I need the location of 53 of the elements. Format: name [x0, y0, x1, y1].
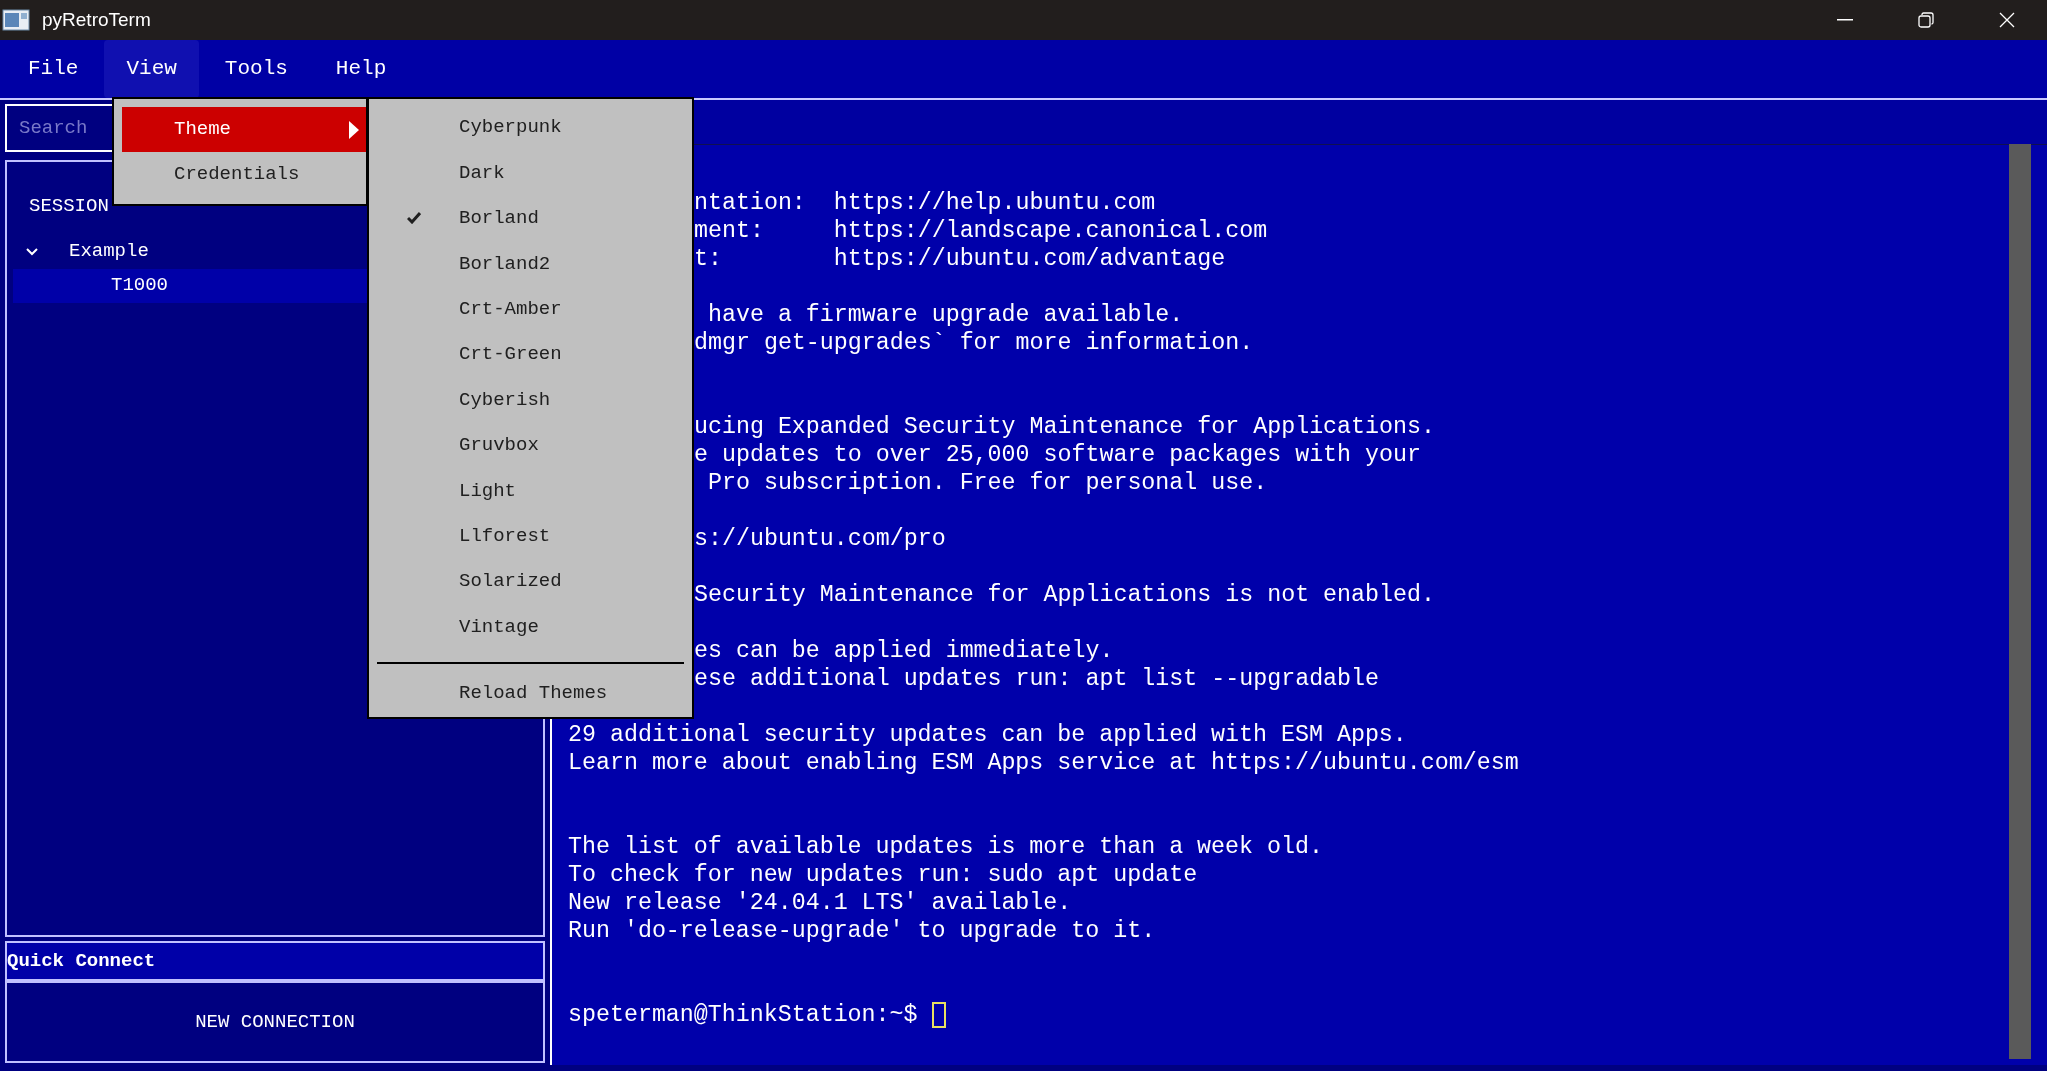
terminal-line: ese additional updates run: apt list --upgradable: [694, 665, 1380, 693]
menu-item[interactable]: Reload Themes: [369, 675, 692, 712]
close-icon: [1998, 12, 2015, 28]
terminal-line: Learn more about enabling ESM Apps service at https://ubuntu.com/esm: [568, 749, 1519, 777]
section-heading: SESSION: [29, 194, 109, 219]
shell-prompt: speterman@ThinkStation:~$: [568, 1001, 918, 1029]
chevron-down-icon[interactable]: [26, 247, 38, 256]
terminal-line: New release '24.04.1 LTS' available.: [568, 889, 1072, 917]
terminal-line: 29 additional security updates can be applied with ESM Apps.: [568, 721, 1407, 749]
tree-item[interactable]: T1000: [51, 271, 168, 300]
new-connection-button[interactable]: NEW CONNECTION: [5, 981, 545, 1063]
terminal-line: es can be applied immediately.: [694, 637, 1114, 665]
menu-item[interactable]: Solarized: [369, 558, 692, 605]
menu-item[interactable]: File: [6, 40, 101, 98]
scrollbar-thumb[interactable]: [2009, 144, 2031, 1059]
menu-item[interactable]: Dark: [369, 150, 692, 196]
menu-item[interactable]: Borland2: [369, 241, 692, 287]
terminal-line: Run 'do-release-upgrade' to upgrade to it.: [568, 917, 1156, 945]
window-title: pyRetroTerm: [42, 7, 151, 32]
terminal-line: dmgr get-upgrades` for more information.: [694, 329, 1254, 357]
menu-item[interactable]: Borland: [369, 195, 692, 242]
terminal-line: ntation: https://help.ubuntu.com: [694, 189, 1156, 217]
menu-item[interactable]: Crt-Green: [369, 331, 692, 378]
menu-item[interactable]: Tools: [202, 40, 310, 98]
menu-item[interactable]: Vintage: [369, 604, 692, 650]
menu-item[interactable]: Help: [313, 40, 409, 98]
terminal-line: t: https://ubuntu.com/advantage: [694, 245, 1226, 273]
menu-item[interactable]: View: [104, 40, 199, 98]
panel-header: Quick Connect: [5, 941, 545, 981]
menu-item[interactable]: Credentials: [122, 152, 366, 197]
terminal-line: e updates to over 25,000 software packages with your: [694, 441, 1421, 469]
menu-item[interactable]: Gruvbox: [369, 422, 692, 469]
menu-item[interactable]: Crt-Amber: [369, 286, 692, 332]
menu-item[interactable]: Cyberish: [369, 377, 692, 423]
minimize-icon: [1836, 19, 1853, 21]
restore-icon: [1917, 12, 1934, 28]
terminal-line: ment: https://landscape.canonical.com: [694, 217, 1268, 245]
menu-item[interactable]: Cyberpunk: [369, 105, 692, 151]
terminal-line: The list of available updates is more than a week old.: [568, 833, 1323, 861]
menu-item[interactable]: Llforest: [369, 513, 692, 559]
cursor: [931, 1002, 946, 1028]
terminal-line: Pro subscription. Free for personal use.: [706, 469, 1268, 497]
terminal-line: ucing Expanded Security Maintenance for Applications.: [694, 413, 1435, 441]
checkmark-icon: [407, 212, 421, 225]
terminal-line: have a firmware upgrade available.: [706, 301, 1184, 329]
menu-item[interactable]: Theme: [122, 107, 366, 152]
tree-item[interactable]: Example: [51, 237, 149, 266]
menu-item[interactable]: Light: [369, 468, 692, 514]
terminal-line: To check for new updates run: sudo apt update: [568, 861, 1198, 889]
terminal-line: Security Maintenance for Applications is not enabled.: [694, 581, 1435, 609]
terminal-line: s://ubuntu.com/pro: [694, 525, 946, 553]
app-icon: [2, 8, 30, 32]
caret-right-icon: [348, 119, 360, 140]
